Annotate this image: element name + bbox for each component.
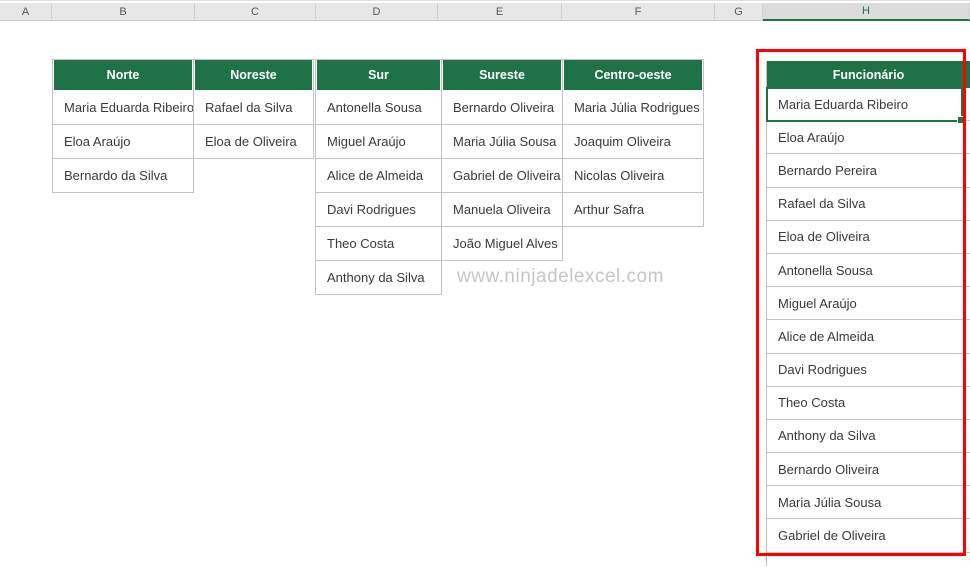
cell-norte-1[interactable]: Maria Eduarda Ribeiro: [53, 90, 193, 124]
cell-sureste-4[interactable]: Manuela Oliveira: [442, 192, 562, 226]
cell-centro-oeste-2[interactable]: Joaquim Oliveira: [563, 124, 703, 158]
column-header-strip: A B C D E F G H: [0, 3, 970, 21]
column-header-a[interactable]: A: [0, 3, 52, 21]
cell-centro-oeste-1[interactable]: Maria Júlia Rodrigues: [563, 90, 703, 124]
table-sur-header[interactable]: Sur: [316, 60, 441, 90]
cell-sureste-3[interactable]: Gabriel de Oliveira: [442, 158, 562, 192]
cell-sureste-1[interactable]: Bernardo Oliveira: [442, 90, 562, 124]
table-norte-header[interactable]: Norte: [53, 60, 193, 90]
cell-funcionario-12[interactable]: Bernardo Oliveira: [767, 453, 970, 487]
cell-funcionario-6[interactable]: Antonella Sousa: [767, 253, 970, 288]
cell-funcionario-15-partial[interactable]: [767, 552, 970, 566]
column-header-b[interactable]: B: [52, 3, 195, 21]
cell-funcionario-7[interactable]: Miguel Araújo: [767, 287, 970, 321]
cell-norte-3[interactable]: Bernardo da Silva: [53, 158, 193, 192]
watermark-text: www.ninjadelexcel.com: [457, 266, 664, 287]
column-header-f[interactable]: F: [562, 3, 715, 21]
cell-centro-oeste-3[interactable]: Nicolas Oliveira: [563, 158, 703, 192]
table-noreste-header[interactable]: Noreste: [194, 60, 313, 90]
table-funcionario-header[interactable]: Funcionário: [767, 61, 970, 88]
cell-funcionario-13[interactable]: Maria Júlia Sousa: [767, 486, 970, 520]
cell-funcionario-5[interactable]: Eloa de Oliveira: [767, 220, 970, 254]
cell-funcionario-10[interactable]: Theo Costa: [767, 386, 970, 420]
cell-funcionario-2[interactable]: Eloa Araújo: [767, 121, 970, 155]
table-sur: Sur Antonella Sousa Miguel Araújo Alice …: [315, 59, 442, 295]
cell-sur-3[interactable]: Alice de Almeida: [316, 158, 441, 192]
cell-sureste-2[interactable]: Maria Júlia Sousa: [442, 124, 562, 158]
table-funcionario: Funcionário Maria Eduarda Ribeiro Eloa A…: [766, 61, 970, 566]
cell-funcionario-3[interactable]: Bernardo Pereira: [767, 154, 970, 188]
column-header-c[interactable]: C: [195, 3, 316, 21]
column-header-e[interactable]: E: [438, 3, 562, 21]
table-centro-oeste: Centro-oeste Maria Júlia Rodrigues Joaqu…: [562, 59, 704, 227]
table-sureste-header[interactable]: Sureste: [442, 60, 562, 90]
cell-sureste-5[interactable]: João Miguel Alves: [442, 226, 562, 260]
cell-funcionario-14[interactable]: Gabriel de Oliveira: [767, 519, 970, 553]
cell-sur-2[interactable]: Miguel Araújo: [316, 124, 441, 158]
cell-funcionario-11[interactable]: Anthony da Silva: [767, 419, 970, 454]
cell-noreste-1[interactable]: Rafael da Silva: [194, 90, 313, 124]
cell-sur-5[interactable]: Theo Costa: [316, 226, 441, 260]
cell-sur-1[interactable]: Antonella Sousa: [316, 90, 441, 124]
table-noreste: Noreste Rafael da Silva Eloa de Oliveira: [193, 59, 314, 159]
cell-noreste-2[interactable]: Eloa de Oliveira: [194, 124, 313, 158]
column-header-h-selected[interactable]: H: [763, 3, 970, 21]
cell-sur-4[interactable]: Davi Rodrigues: [316, 192, 441, 226]
column-header-g[interactable]: G: [715, 3, 763, 21]
cell-sur-6[interactable]: Anthony da Silva: [316, 260, 441, 294]
table-sureste: Sureste Bernardo Oliveira Maria Júlia So…: [441, 59, 563, 261]
spreadsheet-canvas: A B C D E F G H Norte Maria Eduarda Ribe…: [0, 0, 970, 567]
column-header-d[interactable]: D: [316, 3, 438, 21]
cell-funcionario-8[interactable]: Alice de Almeida: [767, 320, 970, 354]
cell-funcionario-1-active[interactable]: Maria Eduarda Ribeiro: [767, 88, 970, 122]
table-centro-oeste-header[interactable]: Centro-oeste: [563, 60, 703, 90]
table-norte: Norte Maria Eduarda Ribeiro Eloa Araújo …: [52, 59, 194, 193]
cell-norte-2[interactable]: Eloa Araújo: [53, 124, 193, 158]
cell-funcionario-9[interactable]: Davi Rodrigues: [767, 353, 970, 387]
cell-centro-oeste-4[interactable]: Arthur Safra: [563, 192, 703, 226]
cell-funcionario-4[interactable]: Rafael da Silva: [767, 187, 970, 221]
